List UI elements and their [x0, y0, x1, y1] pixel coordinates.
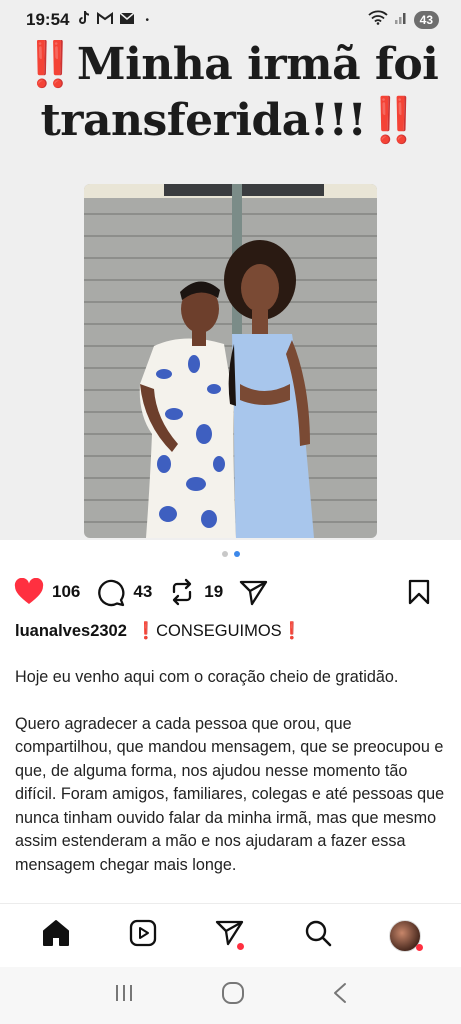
tiktok-icon — [77, 10, 91, 30]
status-time: 19:54 — [26, 10, 70, 29]
comment-action[interactable]: 43 — [96, 578, 152, 607]
system-nav — [0, 967, 461, 1024]
double-exclamation-icon: ‼️ — [22, 40, 78, 90]
home-circle-icon[interactable] — [221, 981, 245, 1010]
carousel-dots — [0, 551, 461, 557]
post-headline: ‼️Minha irmã foi transferida!!!‼️ — [0, 40, 461, 149]
username[interactable]: luanalves2302 — [15, 622, 127, 640]
nav-profile[interactable] — [385, 916, 425, 956]
bottom-nav — [0, 903, 461, 967]
send-icon[interactable] — [239, 579, 268, 606]
double-exclamation-icon: ‼️ — [366, 95, 421, 146]
share-action[interactable] — [239, 579, 268, 606]
headline-line-1: ‼️Minha irmã foi — [0, 40, 461, 93]
caption-paragraph-1: Hoje eu venho aqui com o coração cheio d… — [15, 668, 399, 686]
notification-icons: • — [77, 10, 149, 30]
caption-body: Hoje eu venho aqui com o coração cheio d… — [15, 666, 449, 900]
signal-icon — [394, 11, 408, 30]
headline-text-2: transferida!!! — [40, 95, 367, 146]
home-icon[interactable] — [41, 919, 71, 952]
reels-icon[interactable] — [129, 919, 157, 952]
status-dot: • — [145, 14, 149, 26]
battery-indicator: 43 — [413, 11, 439, 29]
exclamation-icon: ❗ — [281, 622, 303, 640]
status-bar: 19:54 • 43 — [0, 0, 461, 40]
repost-count[interactable]: 19 — [204, 582, 223, 602]
sisters-photo — [84, 184, 377, 538]
carousel-dot-active — [233, 551, 240, 557]
search-icon[interactable] — [304, 919, 332, 952]
like-count[interactable]: 106 — [52, 582, 80, 602]
comment-count[interactable]: 43 — [133, 582, 152, 602]
mail-icon — [119, 11, 135, 29]
post-actions: 106 43 19 — [14, 572, 447, 612]
back-icon[interactable] — [332, 982, 348, 1009]
gmail-icon — [97, 11, 114, 29]
nav-home[interactable] — [36, 916, 76, 956]
recents-icon[interactable] — [113, 983, 135, 1008]
post-image[interactable]: ‼️Minha irmã foi transferida!!!‼️ — [0, 40, 461, 540]
wifi-icon — [368, 10, 388, 30]
save-action[interactable] — [407, 579, 431, 605]
nav-reels[interactable] — [123, 916, 163, 956]
caption-header: luanalves2302 ❗CONSEGUIMOS❗ — [15, 621, 447, 641]
status-right: 43 — [368, 10, 439, 30]
carousel-dot — [221, 551, 228, 557]
headline-text-1: Minha irmã foi — [76, 40, 439, 90]
repost-action[interactable]: 19 — [168, 578, 223, 606]
exclamation-icon: ❗ — [135, 622, 157, 640]
like-action[interactable]: 106 — [14, 578, 80, 606]
caption-title: CONSEGUIMOS — [156, 622, 282, 640]
bookmark-icon[interactable] — [407, 579, 431, 605]
comment-icon[interactable] — [96, 578, 125, 607]
nav-search[interactable] — [298, 916, 338, 956]
repost-icon[interactable] — [168, 578, 196, 606]
headline-line-2: transferida!!!‼️ — [0, 93, 461, 149]
heart-icon[interactable] — [14, 578, 44, 606]
nav-direct[interactable] — [210, 916, 250, 956]
caption-paragraph-2: Quero agradecer a cada pessoa que orou, … — [15, 714, 445, 874]
notification-dot — [416, 943, 424, 951]
